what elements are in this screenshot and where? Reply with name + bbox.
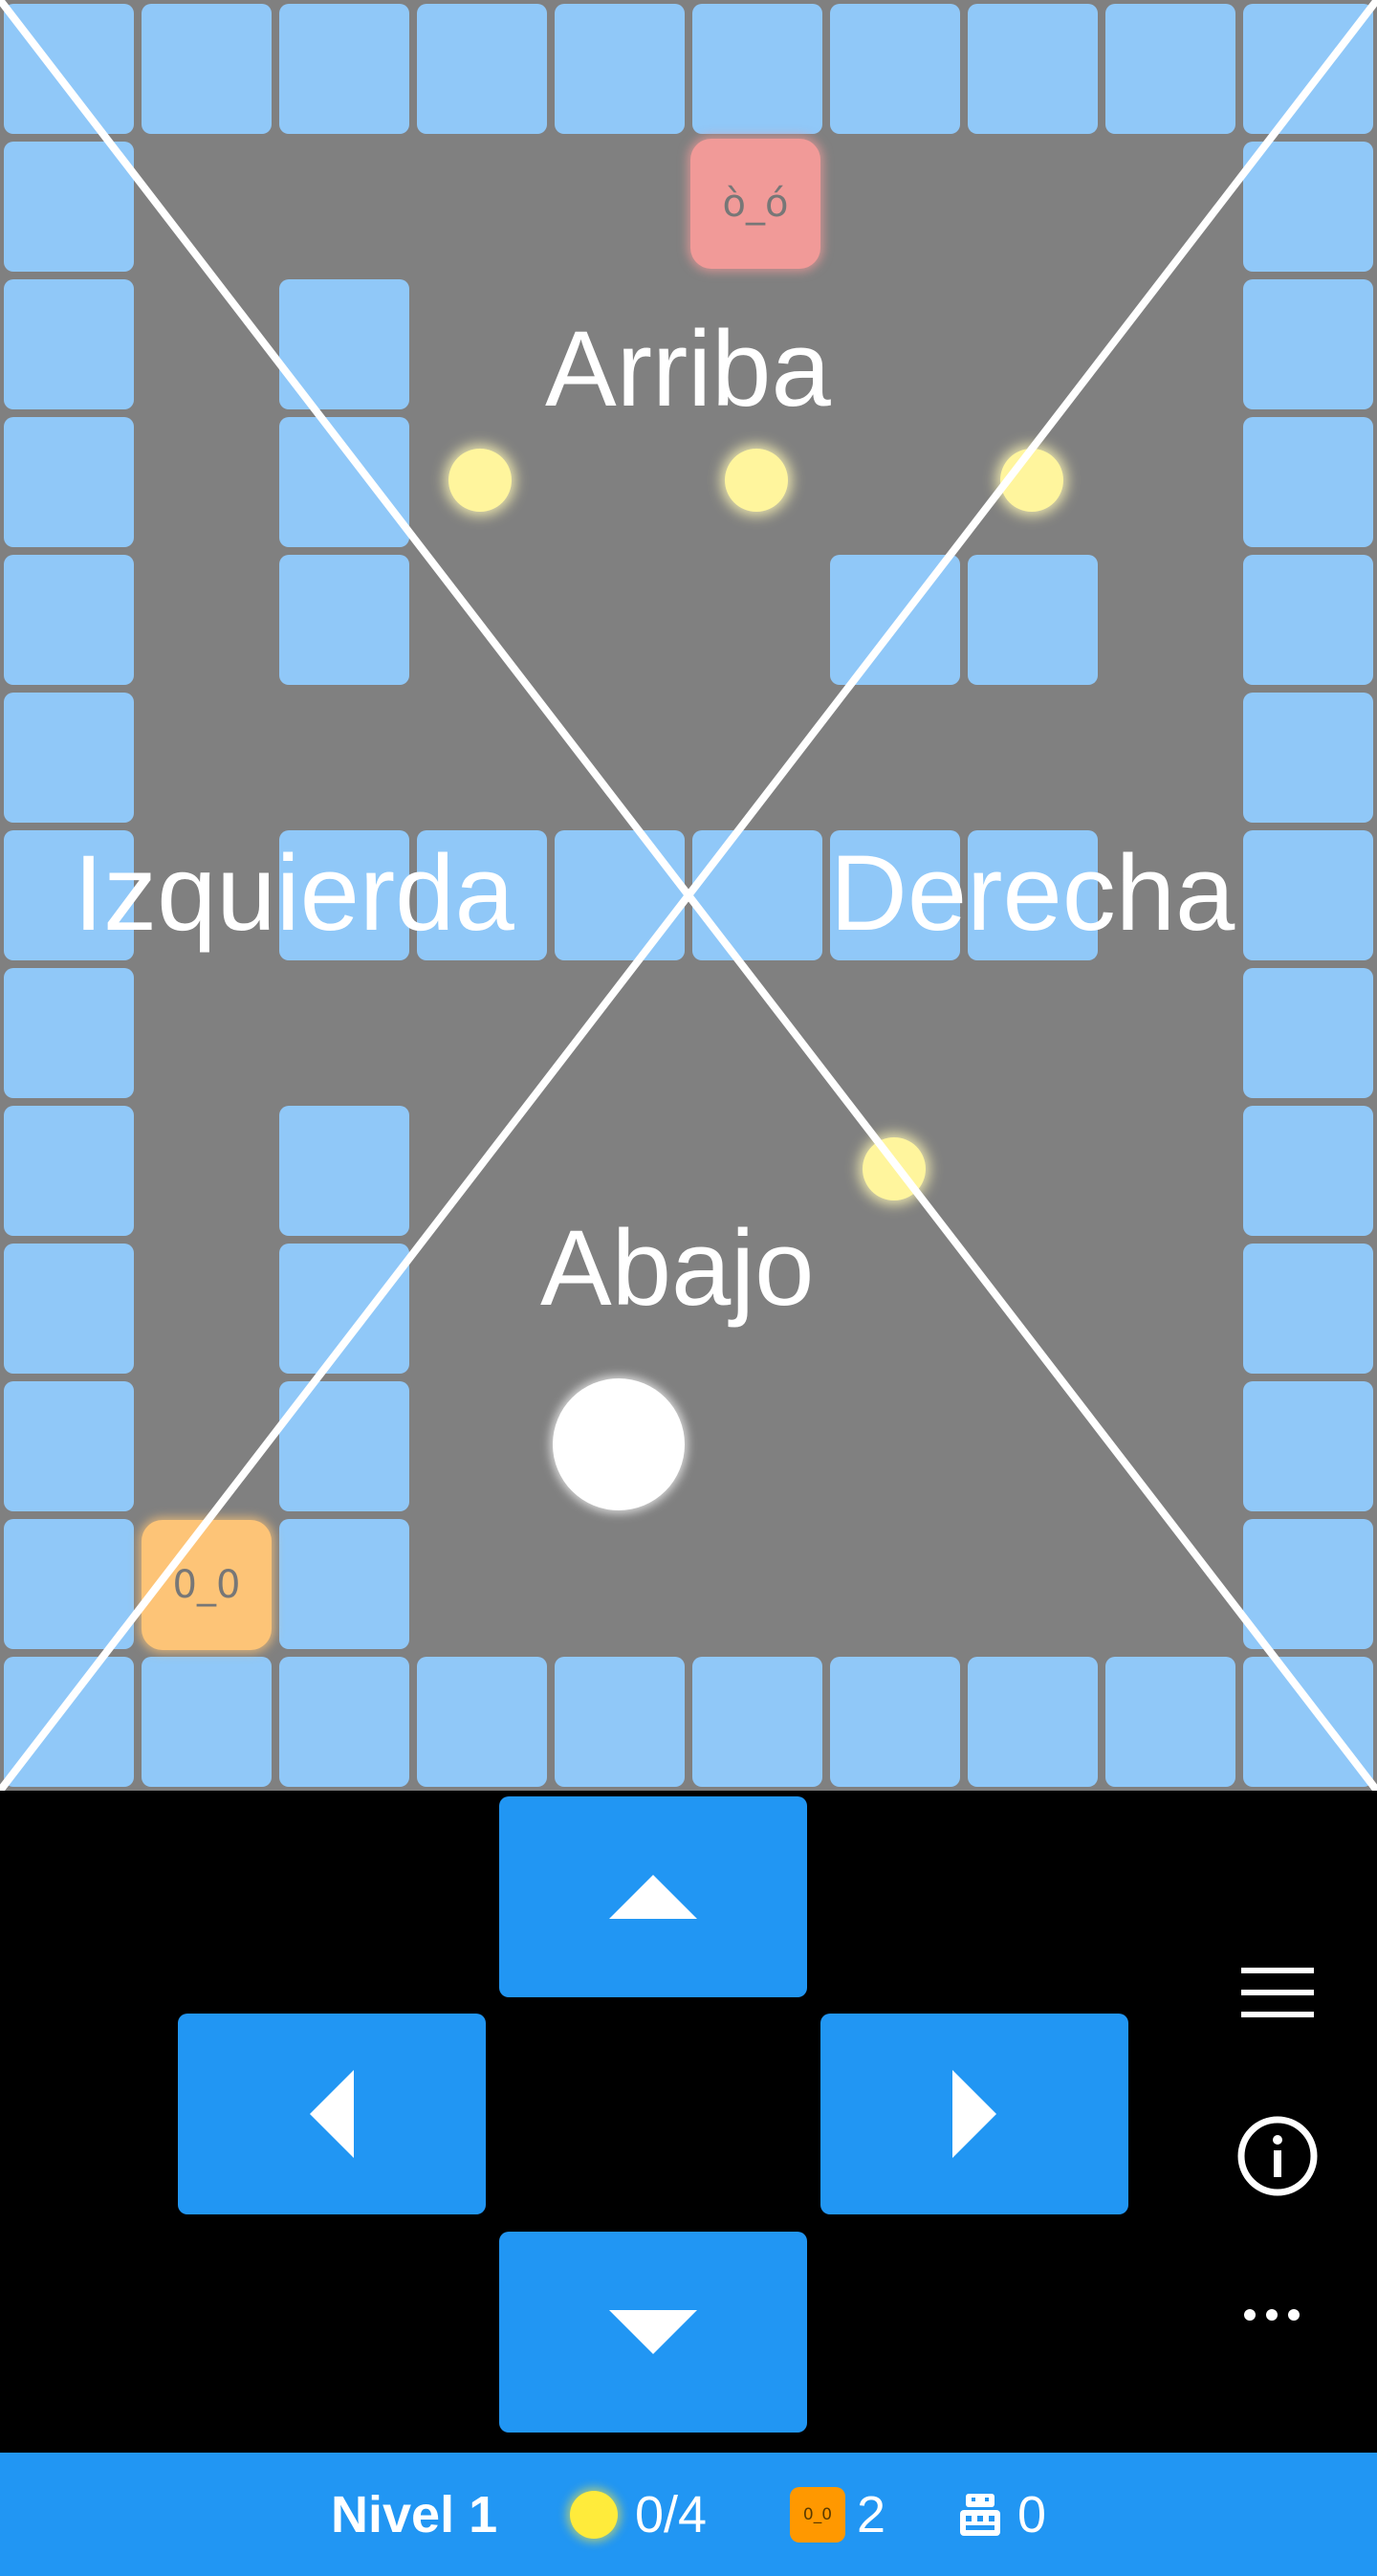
coin-icon [570,2490,618,2539]
info-button[interactable] [1235,2113,1321,2199]
zone-label-left: Izquierda [74,833,514,953]
status-bar: Nivel 1 0/4 0_0 2 0 [0,2453,1377,2576]
menu-button[interactable] [1235,1949,1321,2036]
coins-counter: 0/4 [570,2453,707,2576]
triangle-left-icon [310,2070,354,2158]
triangle-right-icon [952,2070,996,2158]
enemy-badge-icon: 0_0 [790,2486,845,2543]
move-right-button[interactable] [820,2014,1128,2214]
info-circle-icon [1237,2116,1318,2196]
triangle-down-icon [609,2310,697,2354]
game-board[interactable]: ò_ó 0_0 Arriba Izquierda Derecha Abajo [0,0,1377,1791]
move-down-button[interactable] [499,2232,807,2433]
level-indicator: Nivel 1 [331,2453,497,2576]
zone-label-right: Derecha [830,833,1235,953]
moves-counter: 0 [958,2453,1046,2576]
enemy-badge-face: 0_0 [802,2504,833,2524]
robot-icon [960,2493,1000,2536]
more-button[interactable] [1229,2272,1315,2358]
ellipsis-icon [1244,2309,1300,2321]
zone-label-down: Abajo [540,1208,815,1328]
enemies-counter: 0_0 2 [790,2453,885,2576]
enemies-count: 2 [857,2485,886,2543]
moves-count: 0 [1017,2485,1047,2543]
triangle-up-icon [609,1875,697,1919]
level-label: Nivel 1 [331,2485,498,2543]
zone-label-up: Arriba [545,309,831,429]
move-left-button[interactable] [178,2014,486,2214]
move-up-button[interactable] [499,1796,807,1997]
coins-count: 0/4 [635,2485,708,2543]
hamburger-icon [1241,1968,1314,2017]
